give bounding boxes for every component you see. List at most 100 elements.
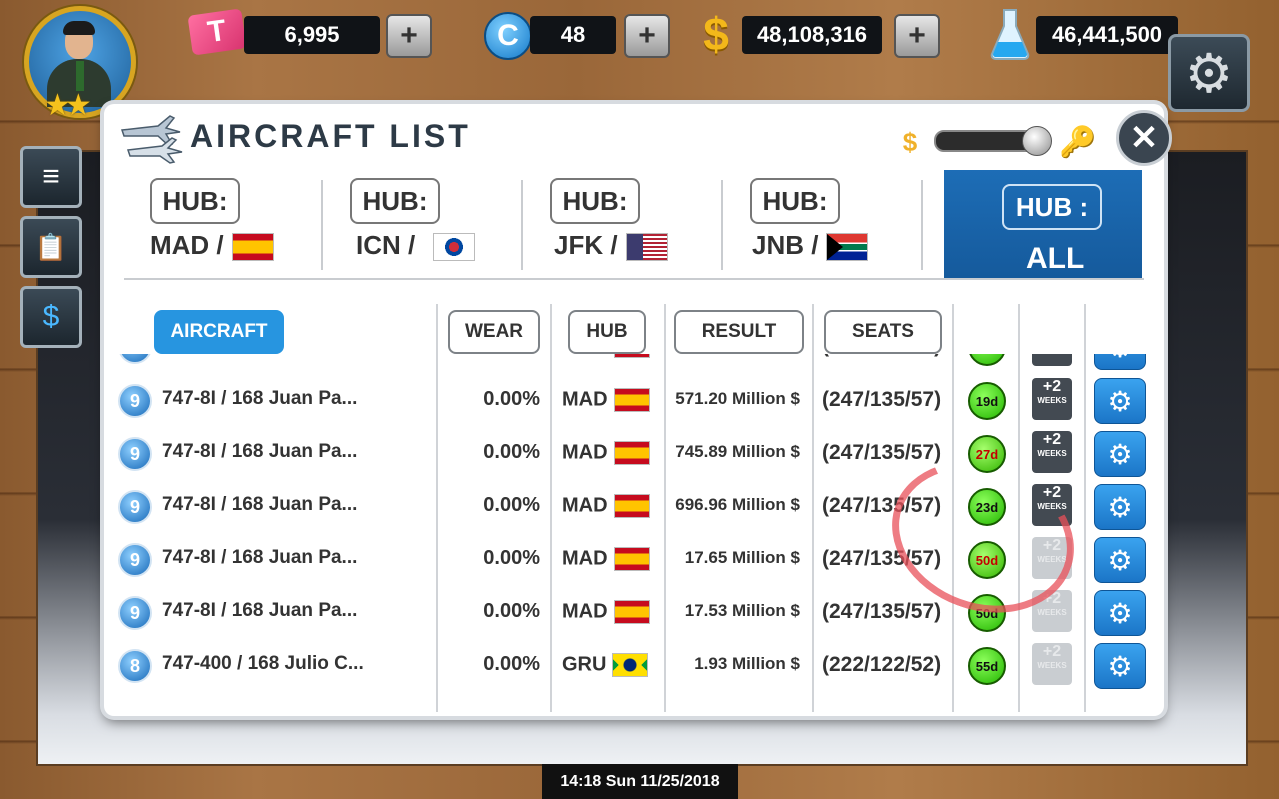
hub-label: HUB : <box>1002 184 1102 230</box>
sidebar-button-finance[interactable]: $ <box>20 286 82 348</box>
money-counter: 48,108,316 <box>742 16 882 54</box>
aircraft-settings-button[interactable]: ⚙ <box>1094 590 1146 636</box>
toggle-knob[interactable] <box>1022 126 1052 156</box>
clipboard-icon: 📋 <box>34 231 68 262</box>
table-row[interactable]: 9 747-8I / 168 Juan Pa... 0.00% MAD 571.20 M… <box>104 374 1164 427</box>
aircraft-name: 747-8I / 168 Juan Pa... <box>162 441 358 462</box>
tab-hub-icn[interactable]: HUB: ICN / <box>324 170 523 278</box>
hub-code: MAD <box>562 388 608 411</box>
close-button[interactable]: ✕ <box>1116 110 1172 166</box>
aircraft-wear: 0.00% <box>483 494 540 516</box>
divider <box>321 180 323 270</box>
extend-weeks-button[interactable]: +2WEEKS <box>1032 378 1072 420</box>
aircraft-settings-button[interactable]: ⚙ <box>1094 643 1146 689</box>
weeks-label: WEEKS <box>1037 608 1067 617</box>
ticket-icon: T <box>187 8 247 56</box>
divider <box>921 180 923 270</box>
sidebar-button-clock[interactable]: ≡ <box>20 146 82 208</box>
tab-hub-jnb[interactable]: HUB: JNB / <box>724 170 923 278</box>
hub-code: ALL <box>1026 242 1085 275</box>
tab-hub-mad[interactable]: HUB: MAD / <box>124 170 323 278</box>
hub-label: HUB: <box>550 178 640 224</box>
aircraft-wear: 0.00% <box>483 600 540 622</box>
aircraft-wear: 0.00% <box>483 547 540 569</box>
aircraft-seats: (247/135/57) <box>822 600 942 623</box>
aircraft-result: 745.89 Million $ <box>675 442 800 461</box>
brazil-flag-icon <box>612 653 649 677</box>
spain-flag-icon <box>613 441 650 465</box>
add-tickets-button[interactable]: + <box>386 14 432 58</box>
settings-gear-icon[interactable]: ⚙ <box>1168 34 1250 112</box>
aircraft-settings-button[interactable]: ⚙ <box>1094 354 1146 370</box>
top-bar: ★★ T 6,995 + C 48 + $ 48,108,316 + 46,44… <box>0 0 1279 122</box>
weeks-label: WEEKS <box>1037 396 1067 405</box>
hub-code: MAD / <box>150 230 224 260</box>
aircraft-hub: MAD <box>562 547 650 571</box>
column-result-sort[interactable]: RESULT <box>674 310 804 354</box>
extend-weeks-button[interactable]: +2WEEKS <box>1032 431 1072 473</box>
tab-hub-all[interactable]: HUB : ALL <box>944 170 1142 278</box>
aircraft-hub: MAD <box>562 354 650 358</box>
spain-flag-icon <box>231 233 274 262</box>
game-clock: 14:18 Sun 11/25/2018 <box>542 764 738 799</box>
hub-code: MAD <box>562 354 608 356</box>
sell-lease-toggle[interactable] <box>934 126 1052 156</box>
dollar-icon: $ <box>703 8 729 60</box>
spain-flag-icon <box>613 547 650 571</box>
spain-flag-icon <box>613 388 650 412</box>
gear-icon: ⚙ <box>1107 597 1133 629</box>
aircraft-settings-button[interactable]: ⚙ <box>1094 378 1146 424</box>
price-tag-icon[interactable]: $ <box>890 122 930 162</box>
days-remaining-badge: 19d <box>968 382 1006 420</box>
flask-icon <box>990 9 1030 60</box>
hub-label: HUB: <box>150 178 240 224</box>
add-coins-button[interactable]: + <box>624 14 670 58</box>
aircraft-hub: MAD <box>562 600 650 624</box>
sidebar-button-clipboard[interactable]: 📋 <box>20 216 82 278</box>
tickets-counter: 6,995 <box>244 16 380 54</box>
aircraft-settings-button[interactable]: ⚙ <box>1094 537 1146 583</box>
aircraft-result: 571.20 Million $ <box>675 389 800 408</box>
aircraft-result: 17.53 Million $ <box>684 601 800 620</box>
coins-counter: 48 <box>530 16 616 54</box>
column-seats-sort[interactable]: SEATS <box>824 310 942 354</box>
hub-tabs: HUB: MAD / HUB: ICN / HUB: JFK / HUB: JN… <box>124 170 1144 280</box>
gear-icon: ⚙ <box>1107 491 1133 523</box>
aircraft-result: 696.96 Million $ <box>675 495 800 514</box>
hub-code: MAD <box>562 441 608 464</box>
aircraft-seats: (247/135/57) <box>822 388 942 411</box>
avatar-hair <box>63 21 95 35</box>
gear-icon: ⚙ <box>1107 385 1133 417</box>
aircraft-seats: (247/135/57) <box>822 441 942 464</box>
aircraft-wear: 0.00% <box>483 388 540 410</box>
research-counter: 46,441,500 <box>1036 16 1178 54</box>
coin-icon: C <box>484 12 532 60</box>
gear-icon: ⚙ <box>1107 650 1133 682</box>
hub-code: MAD <box>562 547 608 570</box>
airplanes-icon <box>120 115 183 164</box>
column-aircraft-sort[interactable]: AIRCRAFT <box>154 310 284 354</box>
table-row[interactable]: 8 747-400 / 168 Julio C... 0.00% GRU 1.93 Mi… <box>104 639 1164 692</box>
key-icon[interactable]: 🔑 <box>1058 122 1098 162</box>
aircraft-settings-button[interactable]: ⚙ <box>1094 431 1146 477</box>
tab-hub-jfk[interactable]: HUB: JFK / <box>524 170 723 278</box>
add-money-button[interactable]: + <box>894 14 940 58</box>
aircraft-name: 747-8I / 168 Juan Pa... <box>162 547 358 568</box>
gear-icon: ⚙ <box>1107 544 1133 576</box>
table-row[interactable]: 9 747-8I / 168 Juan Pa... 0.00% MAD 743.36 M… <box>104 354 1164 373</box>
column-hub-sort[interactable]: HUB <box>568 310 646 354</box>
spain-flag-icon <box>613 354 650 358</box>
aircraft-wear: 0.00% <box>440 354 540 357</box>
extend-weeks-button[interactable]: +2WEEKS <box>1032 354 1072 366</box>
column-wear-sort[interactable]: WEAR <box>448 310 540 354</box>
hub-label: HUB: <box>350 178 440 224</box>
extend-weeks-button[interactable]: +2WEEKS <box>1032 643 1072 685</box>
south-africa-flag-icon <box>826 233 869 262</box>
aircraft-settings-button[interactable]: ⚙ <box>1094 484 1146 530</box>
weeks-label: WEEKS <box>1037 449 1067 458</box>
weeks-label: WEEKS <box>1037 661 1067 670</box>
gear-icon: ⚙ <box>1107 354 1132 364</box>
hub-code: JFK / <box>554 230 618 260</box>
aircraft-seats: (247/135/57) <box>822 354 941 358</box>
aircraft-name: 747-400 / 168 Julio C... <box>162 653 364 674</box>
